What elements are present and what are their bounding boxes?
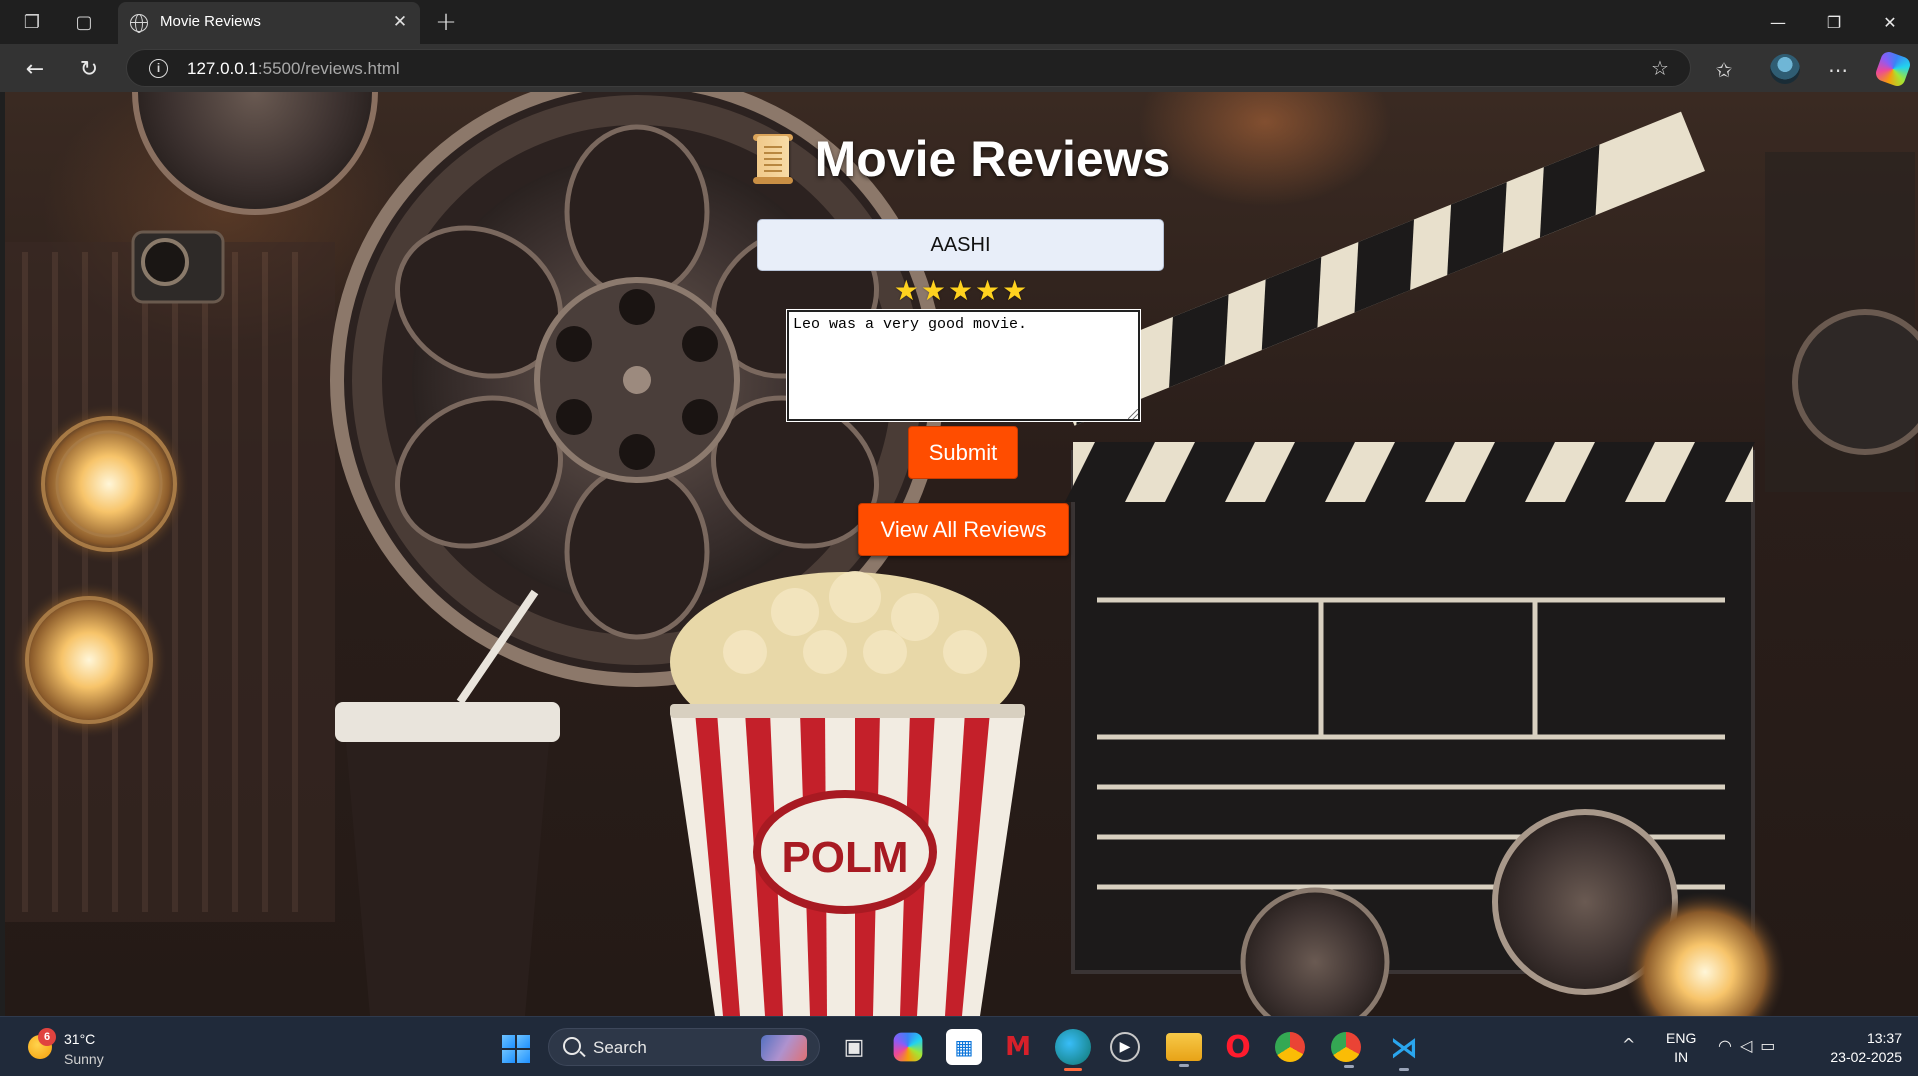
- vscode-icon[interactable]: ⋊: [1386, 1029, 1422, 1071]
- name-input[interactable]: [757, 219, 1164, 271]
- tab-actions-icon[interactable]: ▢: [70, 8, 98, 36]
- copilot-icon[interactable]: [1873, 49, 1913, 89]
- back-button[interactable]: ←: [18, 52, 52, 86]
- textarea-resize-handle[interactable]: [1128, 409, 1138, 419]
- scroll-icon: [752, 134, 793, 184]
- language-indicator[interactable]: ENG IN: [1666, 1029, 1696, 1067]
- chrome-icon[interactable]: [1275, 1032, 1305, 1062]
- rating-stars[interactable]: ★★★★★: [5, 276, 1918, 306]
- lang-line2: IN: [1674, 1049, 1689, 1065]
- weather-condition: Sunny: [64, 1051, 104, 1067]
- submit-button[interactable]: Submit: [908, 426, 1018, 479]
- site-info-icon[interactable]: i: [149, 59, 168, 78]
- mcafee-icon[interactable]: M: [1000, 1029, 1036, 1065]
- clock-time: 13:37: [1866, 1030, 1902, 1046]
- clock-date: 23-02-2025: [1830, 1049, 1902, 1065]
- new-tab-button[interactable]: +: [430, 6, 462, 38]
- wifi-icon[interactable]: ◠: [1718, 1036, 1740, 1055]
- windows-taskbar: 6 31°C Sunny Search ▣ ▦ M ▶ O ⋊ ^ ENG IN…: [0, 1016, 1918, 1076]
- close-window-button[interactable]: ✕: [1862, 0, 1918, 44]
- url-host: 127.0.0.1: [187, 59, 258, 78]
- system-tray-icons[interactable]: ◠◁▭: [1718, 1036, 1783, 1055]
- edge-icon[interactable]: [1055, 1029, 1091, 1071]
- store-icon[interactable]: ▦: [946, 1029, 982, 1065]
- lang-line1: ENG: [1666, 1030, 1697, 1046]
- refresh-button[interactable]: ↻: [72, 52, 106, 86]
- tab-movie-reviews[interactable]: Movie Reviews ✕: [118, 2, 420, 44]
- rating-stars-display[interactable]: ★★★★★: [894, 274, 1030, 307]
- review-textarea[interactable]: Leo was a very good movie.: [786, 309, 1141, 422]
- browser-toolbar: ← ↻ i 127.0.0.1:5500/reviews.html ☆ ✩ ⋯: [0, 44, 1918, 92]
- page-header: Movie Reviews: [5, 130, 1918, 188]
- weather-badge: 6: [38, 1028, 56, 1046]
- favorite-star-icon[interactable]: ☆: [1646, 54, 1674, 82]
- page-title: Movie Reviews: [814, 131, 1171, 187]
- address-bar[interactable]: i 127.0.0.1:5500/reviews.html ☆: [126, 49, 1691, 87]
- search-highlight-icon: [761, 1035, 807, 1061]
- close-tab-icon[interactable]: ✕: [388, 10, 412, 34]
- volume-icon[interactable]: ◁: [1740, 1036, 1760, 1055]
- page-viewport: POLM Movie Reviews ★★★★★ Leo was a very …: [5, 92, 1918, 1016]
- chrome-profile-icon[interactable]: [1331, 1032, 1361, 1068]
- media-player-icon[interactable]: ▶: [1110, 1032, 1140, 1062]
- favorites-icon[interactable]: ✩: [1708, 54, 1740, 86]
- weather-temperature: 31°C: [64, 1031, 96, 1047]
- copilot-icon[interactable]: [893, 1032, 923, 1062]
- minimize-button[interactable]: —: [1750, 0, 1806, 44]
- restore-button[interactable]: ❐: [1806, 0, 1862, 44]
- search-label: Search: [593, 1038, 647, 1057]
- taskbar-search[interactable]: Search: [548, 1028, 820, 1066]
- more-options-icon[interactable]: ⋯: [1822, 54, 1854, 86]
- chevron-up-icon[interactable]: ^: [1622, 1035, 1635, 1054]
- start-button[interactable]: [502, 1035, 530, 1063]
- opera-icon[interactable]: O: [1220, 1029, 1256, 1065]
- url-path: :5500/reviews.html: [257, 59, 400, 78]
- browser-titlebar: ❐ ▢ Movie Reviews ✕ + — ❐ ✕: [0, 0, 1918, 44]
- workspaces-icon[interactable]: ❐: [18, 8, 46, 36]
- file-explorer-icon[interactable]: [1166, 1033, 1202, 1067]
- tab-title: Movie Reviews: [160, 13, 261, 30]
- view-all-reviews-button[interactable]: View All Reviews: [858, 503, 1069, 556]
- profile-avatar[interactable]: [1770, 54, 1800, 84]
- battery-icon[interactable]: ▭: [1760, 1036, 1783, 1055]
- task-view-icon[interactable]: ▣: [836, 1029, 872, 1065]
- search-icon: [563, 1037, 581, 1055]
- url-text[interactable]: 127.0.0.1:5500/reviews.html: [187, 59, 400, 79]
- globe-icon: [130, 14, 148, 33]
- clock[interactable]: 13:37 23-02-2025: [1810, 1029, 1902, 1067]
- svg-text:POLM: POLM: [781, 833, 908, 882]
